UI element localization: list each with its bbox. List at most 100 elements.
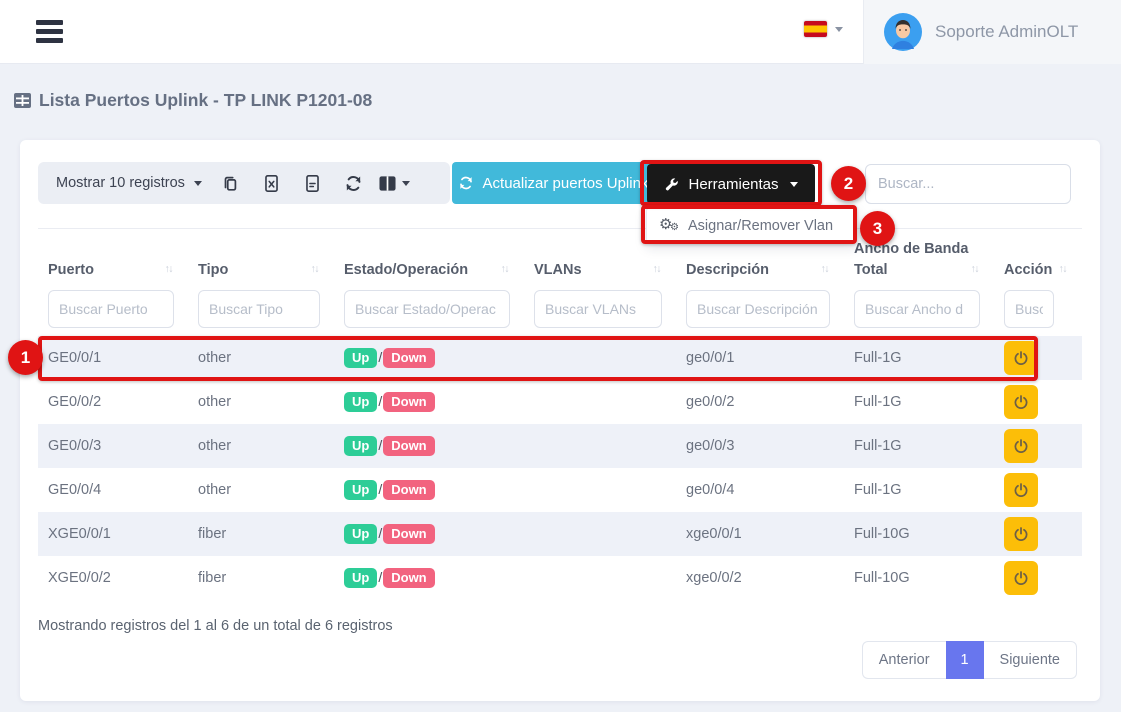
cell-puerto: GE0/0/4 bbox=[38, 482, 188, 498]
column-header-accion[interactable]: Acción↑↓ bbox=[994, 238, 1082, 280]
table-search bbox=[838, 164, 1071, 204]
cell-ancho: Full-1G bbox=[844, 350, 994, 366]
power-icon bbox=[1013, 350, 1029, 366]
cell-ancho: Full-1G bbox=[844, 394, 994, 410]
filter-ancho-input[interactable] bbox=[854, 290, 980, 328]
status-down-badge: Down bbox=[383, 348, 434, 368]
cell-puerto: GE0/0/1 bbox=[38, 350, 188, 366]
table-row-ge0-0-4[interactable]: GE0/0/4 other Up/Down ge0/0/4 Full-1G bbox=[38, 468, 1082, 512]
power-toggle-button[interactable] bbox=[1004, 429, 1038, 463]
pagination-previous-button[interactable]: Anterior bbox=[862, 641, 946, 679]
export-excel-button[interactable] bbox=[251, 162, 292, 204]
cell-puerto: GE0/0/3 bbox=[38, 438, 188, 454]
chevron-down-icon bbox=[194, 181, 202, 186]
update-uplink-label: Actualizar puertos Uplink bbox=[483, 175, 649, 192]
pagination-next-button[interactable]: Siguiente bbox=[984, 641, 1077, 679]
status-separator: / bbox=[378, 525, 382, 541]
copy-button[interactable] bbox=[210, 162, 251, 204]
cell-descripcion: ge0/0/1 bbox=[676, 350, 844, 366]
power-toggle-button[interactable] bbox=[1004, 517, 1038, 551]
column-visibility-button[interactable] bbox=[374, 162, 415, 204]
table-row-xge0-0-2[interactable]: XGE0/0/2 fiber Up/Down xge0/0/2 Full-10G bbox=[38, 556, 1082, 600]
refresh-icon bbox=[344, 174, 363, 193]
tools-dropdown-button[interactable]: Herramientas bbox=[647, 164, 815, 204]
show-records-dropdown[interactable]: Mostrar 10 registros bbox=[38, 162, 210, 204]
filter-accion-input[interactable] bbox=[1004, 290, 1054, 328]
status-down-badge: Down bbox=[383, 568, 434, 588]
top-navbar: Soporte AdminOLT bbox=[0, 0, 1121, 64]
cell-estado: Up/Down bbox=[334, 392, 524, 412]
columns-icon bbox=[378, 175, 397, 192]
sort-icon: ↑↓ bbox=[1059, 262, 1067, 280]
cell-ancho: Full-10G bbox=[844, 570, 994, 586]
status-up-badge: Up bbox=[344, 568, 377, 588]
cell-estado: Up/Down bbox=[334, 480, 524, 500]
power-icon bbox=[1013, 570, 1029, 586]
status-down-badge: Down bbox=[383, 524, 434, 544]
search-input[interactable] bbox=[865, 164, 1071, 204]
status-separator: / bbox=[378, 569, 382, 585]
filter-descripcion-input[interactable] bbox=[686, 290, 830, 328]
pagination-page-1-button[interactable]: 1 bbox=[946, 641, 984, 679]
column-header-descripcion[interactable]: Descripción↑↓ bbox=[676, 238, 844, 280]
pagination: Anterior 1 Siguiente bbox=[862, 641, 1077, 679]
power-toggle-button[interactable] bbox=[1004, 561, 1038, 595]
column-header-tipo[interactable]: Tipo↑↓ bbox=[188, 238, 334, 280]
column-header-puerto[interactable]: Puerto↑↓ bbox=[38, 238, 188, 280]
filter-puerto-input[interactable] bbox=[48, 290, 174, 328]
sort-icon: ↑↓ bbox=[653, 262, 661, 280]
cell-puerto: GE0/0/2 bbox=[38, 394, 188, 410]
cell-estado: Up/Down bbox=[334, 436, 524, 456]
table-row-ge0-0-1[interactable]: GE0/0/1 other Up/Down ge0/0/1 Full-1G bbox=[38, 336, 1082, 380]
power-icon bbox=[1013, 482, 1029, 498]
table-icon bbox=[14, 93, 31, 108]
status-up-badge: Up bbox=[344, 348, 377, 368]
column-header-vlans[interactable]: VLANs↑↓ bbox=[524, 238, 676, 280]
cell-ancho: Full-10G bbox=[844, 526, 994, 542]
language-selector[interactable] bbox=[804, 21, 843, 37]
file-lines-icon bbox=[304, 174, 321, 193]
excel-file-icon bbox=[263, 174, 280, 193]
chevron-down-icon bbox=[835, 27, 843, 32]
cell-descripcion: ge0/0/4 bbox=[676, 482, 844, 498]
user-menu[interactable]: Soporte AdminOLT bbox=[863, 0, 1121, 64]
cell-estado: Up/Down bbox=[334, 568, 524, 588]
table-header-row: Puerto↑↓ Tipo↑↓ Estado/Operación↑↓ VLANs… bbox=[38, 238, 1082, 280]
search-icon bbox=[838, 176, 855, 193]
filter-vlans-input[interactable] bbox=[534, 290, 662, 328]
cell-puerto: XGE0/0/1 bbox=[38, 526, 188, 542]
cogs-icon: ⚙⚙ bbox=[659, 217, 679, 235]
chevron-down-icon bbox=[790, 182, 798, 187]
toolbar-divider bbox=[38, 228, 1082, 229]
export-file-button[interactable] bbox=[292, 162, 333, 204]
table-row-ge0-0-2[interactable]: GE0/0/2 other Up/Down ge0/0/2 Full-1G bbox=[38, 380, 1082, 424]
column-header-ancho-banda[interactable]: Ancho de Banda Total↑↓ bbox=[844, 238, 994, 280]
cell-descripcion: xge0/0/2 bbox=[676, 570, 844, 586]
show-records-label: Mostrar 10 registros bbox=[56, 175, 185, 191]
tools-button-label: Herramientas bbox=[688, 176, 778, 193]
table-filter-row bbox=[38, 290, 1082, 328]
power-toggle-button[interactable] bbox=[1004, 341, 1038, 375]
update-uplink-ports-button[interactable]: Actualizar puertos Uplink bbox=[452, 162, 654, 204]
status-up-badge: Up bbox=[344, 392, 377, 412]
reload-table-button[interactable] bbox=[333, 162, 374, 204]
column-header-estado[interactable]: Estado/Operación↑↓ bbox=[334, 238, 524, 280]
copy-icon bbox=[221, 174, 239, 193]
table-row-xge0-0-1[interactable]: XGE0/0/1 fiber Up/Down xge0/0/1 Full-10G bbox=[38, 512, 1082, 556]
sort-icon: ↑↓ bbox=[311, 262, 319, 280]
power-toggle-button[interactable] bbox=[1004, 473, 1038, 507]
filter-tipo-input[interactable] bbox=[198, 290, 320, 328]
status-separator: / bbox=[378, 393, 382, 409]
assign-remove-vlan-label: Asignar/Remover Vlan bbox=[688, 218, 833, 234]
status-up-badge: Up bbox=[344, 480, 377, 500]
filter-estado-input[interactable] bbox=[344, 290, 510, 328]
hamburger-menu-icon[interactable] bbox=[36, 20, 63, 44]
cell-tipo: other bbox=[188, 394, 334, 410]
cell-tipo: other bbox=[188, 482, 334, 498]
spain-flag-icon bbox=[804, 21, 827, 37]
power-toggle-button[interactable] bbox=[1004, 385, 1038, 419]
table-row-ge0-0-3[interactable]: GE0/0/3 other Up/Down ge0/0/3 Full-1G bbox=[38, 424, 1082, 468]
sort-icon: ↑↓ bbox=[165, 262, 173, 280]
records-summary: Mostrando registros del 1 al 6 de un tot… bbox=[38, 618, 393, 634]
assign-remove-vlan-menu-item[interactable]: ⚙⚙ Asignar/Remover Vlan bbox=[647, 208, 856, 243]
